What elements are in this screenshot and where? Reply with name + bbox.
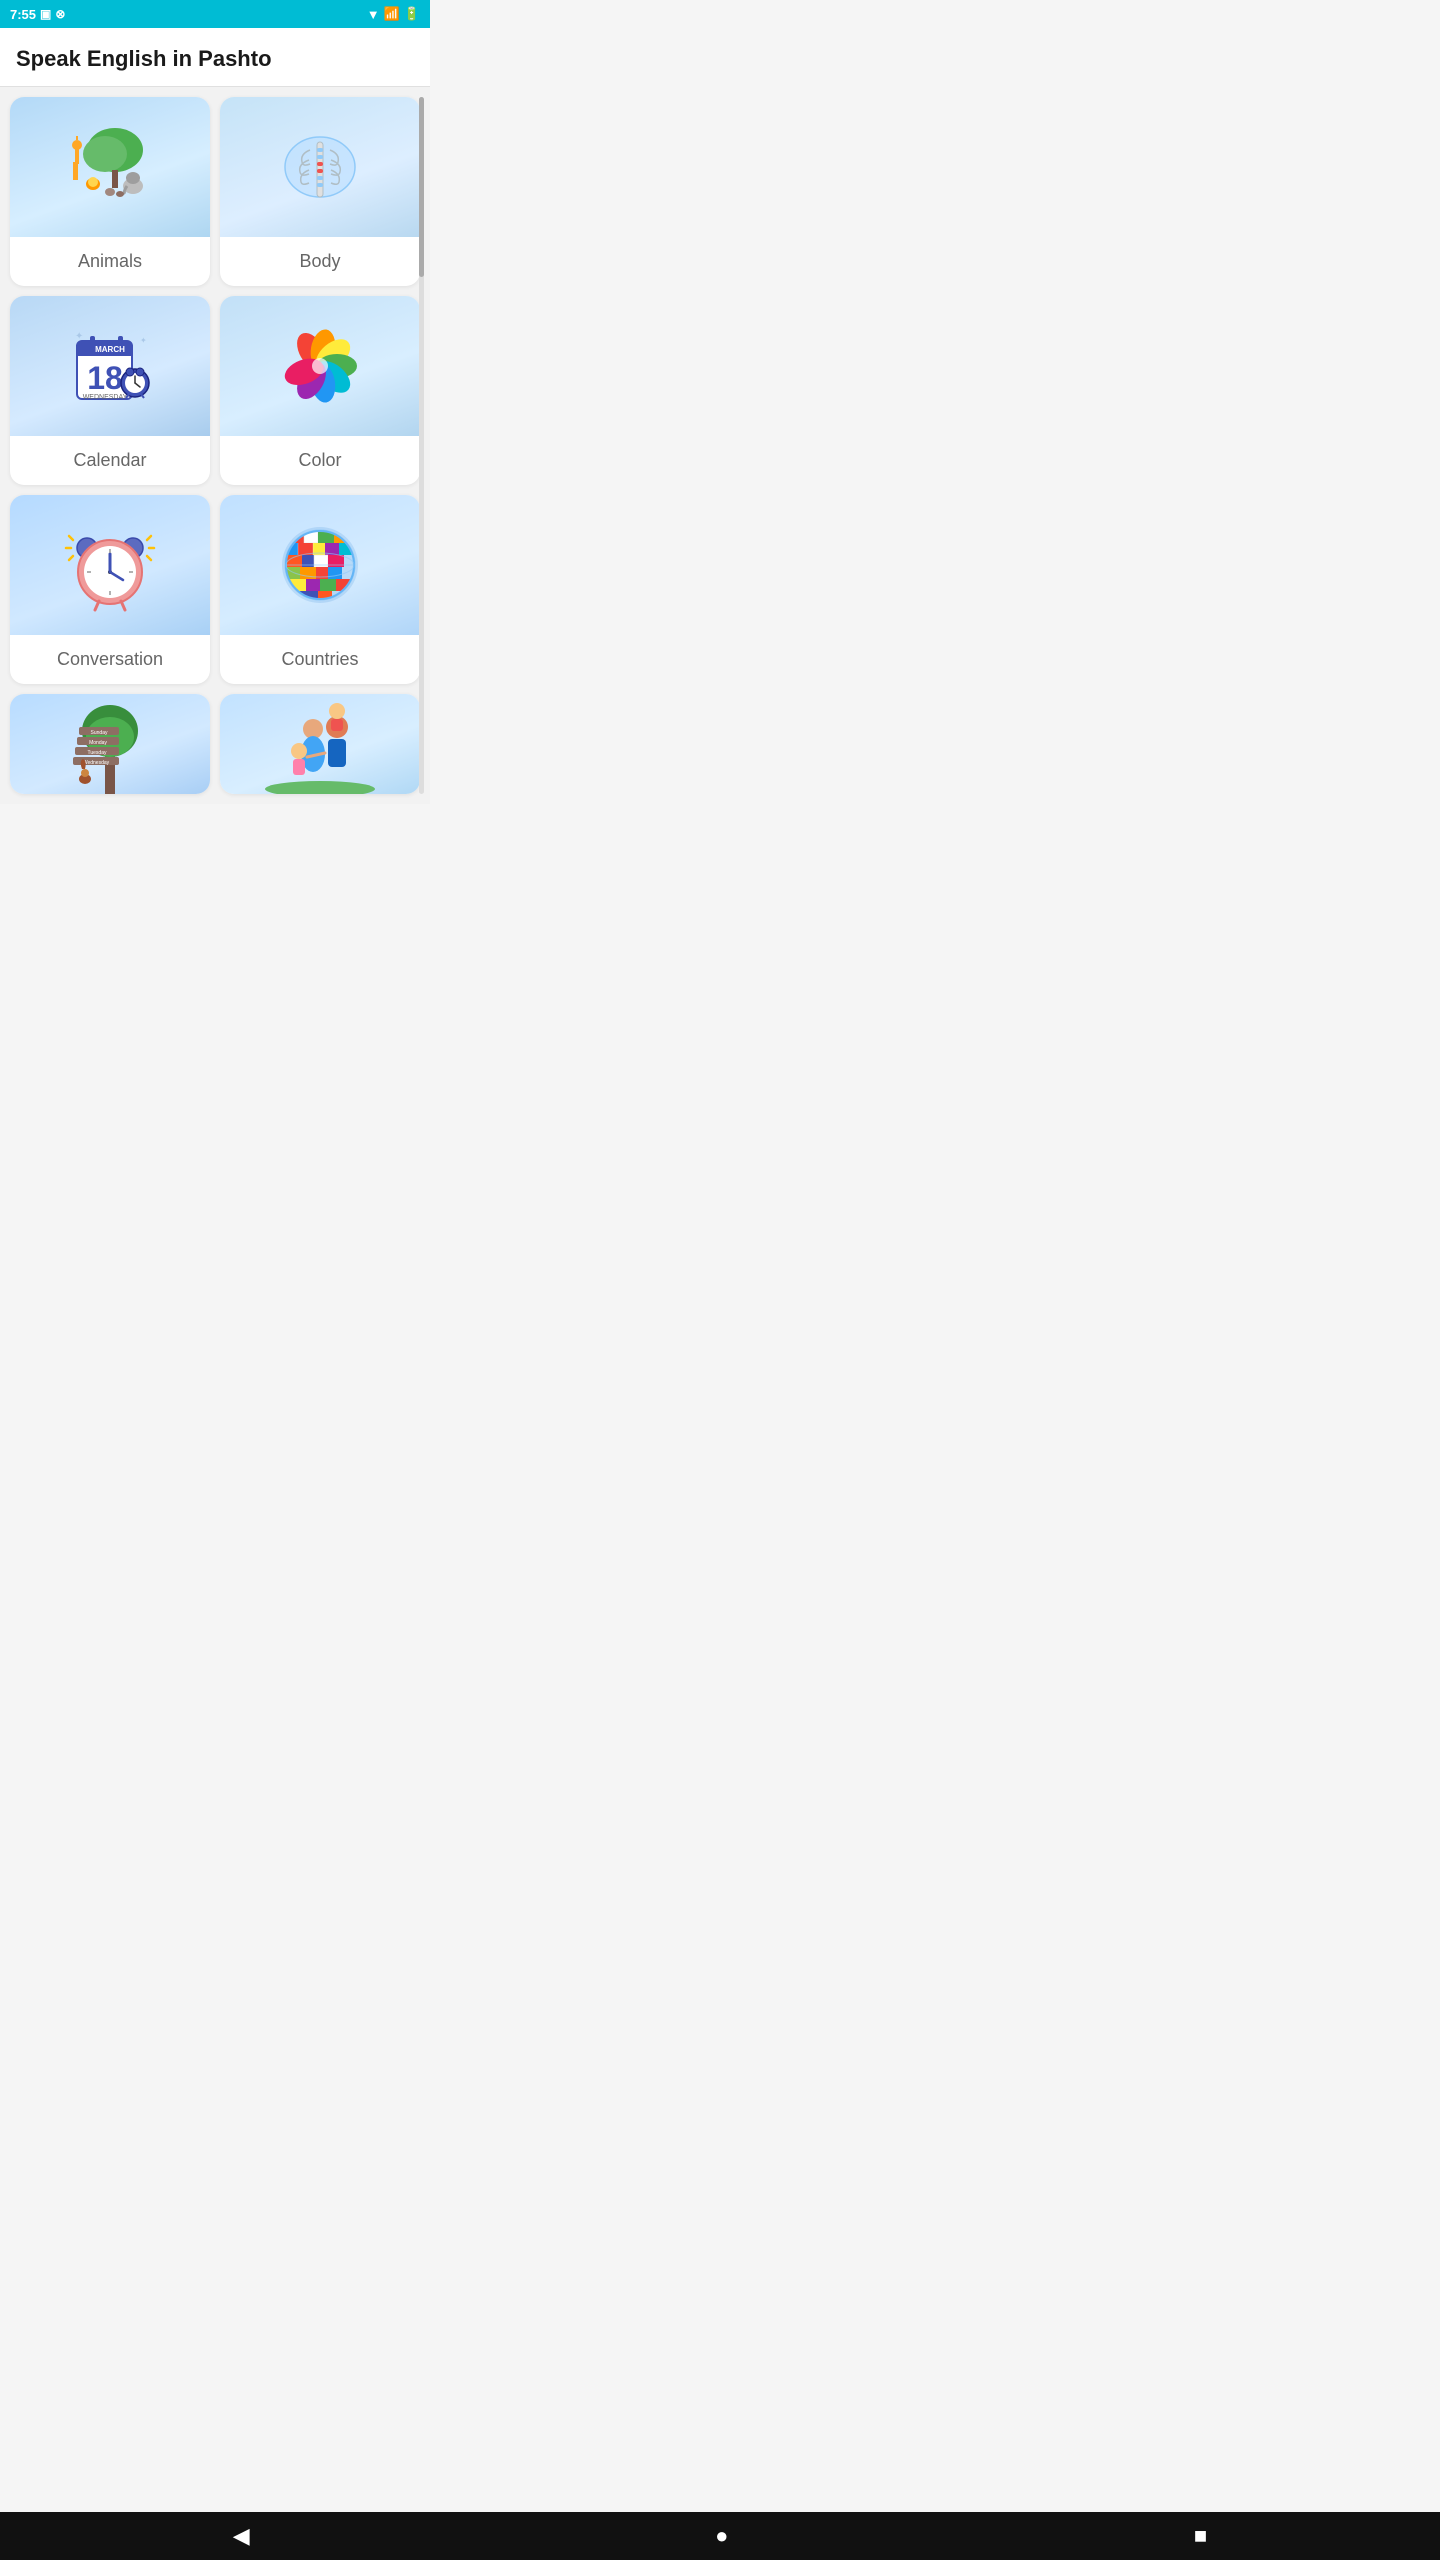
svg-text:Monday: Monday — [89, 740, 107, 746]
scrollbar-track[interactable] — [419, 97, 424, 794]
card-calendar-image: ✦ ✦ ✦ MARCH 18 — [10, 296, 210, 436]
card-conversation[interactable]: Conversation — [10, 495, 210, 684]
calendar-illustration: ✦ ✦ ✦ MARCH 18 — [55, 311, 165, 421]
card-animals-image — [10, 97, 210, 237]
svg-text:✦: ✦ — [140, 336, 147, 345]
time-display: 7:55 — [10, 7, 36, 22]
card-countries-image — [220, 495, 420, 635]
card-countries-label: Countries — [220, 635, 420, 684]
card-days-image: Sunday Monday Tuesday Wednesday — [10, 694, 210, 794]
svg-text:MARCH: MARCH — [95, 345, 125, 354]
recent-apps-button[interactable]: ■ — [1174, 2517, 1227, 2555]
status-left: 7:55 ▣ ⊗ — [10, 7, 65, 22]
animals-illustration — [55, 112, 165, 222]
countries-illustration — [265, 510, 375, 620]
card-body-label: Body — [220, 237, 420, 286]
family-illustration — [265, 694, 375, 794]
card-conversation-label: Conversation — [10, 635, 210, 684]
card-body-image — [220, 97, 420, 237]
body-illustration — [265, 112, 375, 222]
svg-text:Wednesday: Wednesday — [83, 760, 110, 766]
page-title: Speak English in Pashto — [16, 46, 414, 72]
signal-icon: 📶 — [384, 6, 400, 22]
card-calendar-label: Calendar — [10, 436, 210, 485]
sim-icon: ▣ — [40, 7, 51, 21]
svg-text:WEDNESDAY: WEDNESDAY — [83, 394, 128, 401]
card-calendar[interactable]: ✦ ✦ ✦ MARCH 18 — [10, 296, 210, 485]
conversation-illustration — [55, 510, 165, 620]
back-button[interactable]: ◀ — [213, 2517, 270, 2555]
svg-text:Tuesday: Tuesday — [88, 750, 107, 756]
card-color-image — [220, 296, 420, 436]
status-right: ▼ 📶 🔋 — [367, 6, 420, 22]
main-content: Animals — [0, 87, 430, 804]
card-animals[interactable]: Animals — [10, 97, 210, 286]
svg-text:Sunday: Sunday — [91, 730, 108, 736]
card-family-image — [220, 694, 420, 794]
color-illustration — [265, 311, 375, 421]
card-color-label: Color — [220, 436, 420, 485]
scroll-wrapper: Animals — [10, 97, 420, 794]
category-grid: Animals — [10, 97, 420, 794]
wifi-icon: ▼ — [367, 7, 380, 22]
card-conversation-image — [10, 495, 210, 635]
card-family[interactable] — [220, 694, 420, 794]
scrollbar-thumb[interactable] — [419, 97, 424, 277]
card-color[interactable]: Color — [220, 296, 420, 485]
status-bar: 7:55 ▣ ⊗ ▼ 📶 🔋 — [0, 0, 430, 28]
card-countries[interactable]: Countries — [220, 495, 420, 684]
do-not-disturb-icon: ⊗ — [55, 7, 65, 21]
home-button[interactable]: ● — [695, 2517, 748, 2555]
bottom-navigation: ◀ ● ■ — [0, 2512, 1440, 2560]
card-days[interactable]: Sunday Monday Tuesday Wednesday — [10, 694, 210, 794]
card-animals-label: Animals — [10, 237, 210, 286]
app-header: Speak English in Pashto — [0, 28, 430, 87]
svg-text:18: 18 — [87, 360, 123, 396]
card-body[interactable]: Body — [220, 97, 420, 286]
days-illustration: Sunday Monday Tuesday Wednesday — [55, 694, 165, 794]
battery-icon: 🔋 — [404, 6, 420, 22]
